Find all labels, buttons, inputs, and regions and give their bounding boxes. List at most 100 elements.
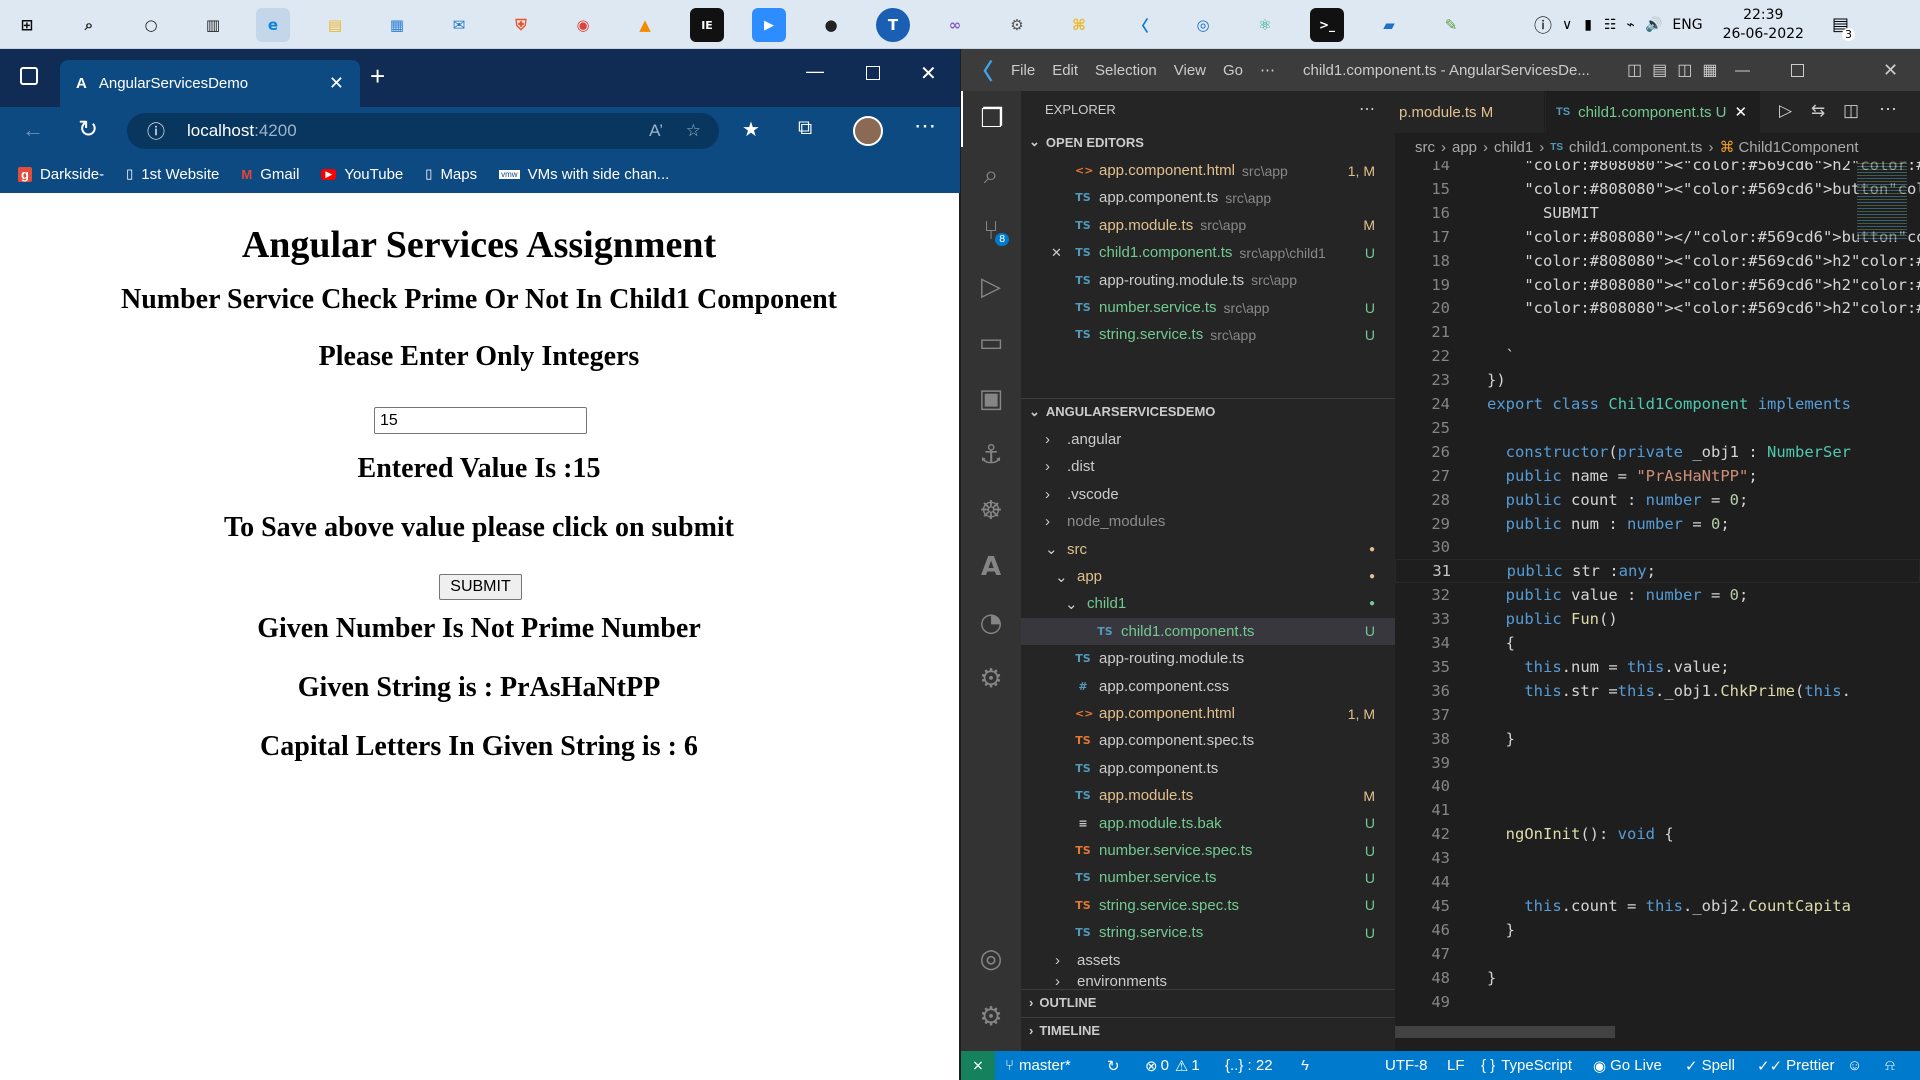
horizontal-scrollbar[interactable] bbox=[1395, 1026, 1615, 1038]
paint-icon[interactable]: ⚙ bbox=[1000, 8, 1034, 42]
windows-start-icon[interactable]: ⊞ bbox=[10, 8, 44, 42]
tree-item[interactable]: TS app-routing.module.ts bbox=[1021, 645, 1395, 672]
more-menu-icon[interactable]: ⋯ bbox=[914, 113, 936, 139]
favorite-star-icon[interactable]: ☆ bbox=[686, 121, 701, 141]
breadcrumb-class[interactable]: Child1Component bbox=[1738, 139, 1858, 156]
prettier-status[interactable]: ✓✓ Prettier bbox=[1757, 1051, 1835, 1080]
accounts-icon[interactable]: ◎ bbox=[961, 931, 1021, 987]
menu-file[interactable]: File bbox=[1011, 62, 1035, 79]
open-editor-item[interactable]: TS app.component.ts src\app bbox=[1021, 184, 1395, 211]
minimize-icon[interactable]: — bbox=[1735, 62, 1750, 79]
bookmark-youtube[interactable]: ▶ YouTube bbox=[321, 166, 403, 183]
url-field[interactable]: ⓘ localhost:4200 A’ ☆ bbox=[127, 113, 719, 149]
timeline-header[interactable]: › TIMELINE bbox=[1021, 1017, 1395, 1043]
go-live-button[interactable]: ◉ Go Live bbox=[1593, 1051, 1662, 1080]
tree-item[interactable]: ⌄ src ● bbox=[1021, 536, 1395, 563]
editor-tab-active[interactable]: TS child1.component.ts U ✕ bbox=[1546, 91, 1760, 133]
notification-icon[interactable]: ▤ 3 bbox=[1832, 14, 1855, 41]
menu-edit[interactable]: Edit bbox=[1052, 62, 1078, 79]
search-icon[interactable]: ⌕ bbox=[72, 8, 106, 42]
chrome-icon[interactable]: ◉ bbox=[566, 8, 600, 42]
compare-icon[interactable]: ⇆ bbox=[1811, 101, 1825, 121]
edge-app-icon[interactable]: e bbox=[256, 8, 290, 42]
problems-indicator[interactable]: ⊗ 0 ⚠ 1 bbox=[1145, 1051, 1200, 1080]
open-editor-item[interactable]: TS string.service.ts src\app U bbox=[1021, 321, 1395, 348]
electron-icon[interactable]: ⚛ bbox=[1248, 8, 1282, 42]
remote-explorer-icon[interactable]: ▭ bbox=[961, 315, 1021, 371]
photos-icon[interactable]: ▰ bbox=[1372, 8, 1406, 42]
manage-gear-icon[interactable]: ⚙ bbox=[961, 989, 1021, 1045]
bookmark-vms[interactable]: vmw VMs with side chan... bbox=[499, 166, 669, 183]
tree-item[interactable]: TS child1.component.ts U bbox=[1021, 617, 1395, 645]
run-icon[interactable]: ▷ bbox=[1779, 101, 1792, 121]
bookmark-gmail[interactable]: M Gmail bbox=[241, 166, 299, 183]
close-window-icon[interactable]: ✕ bbox=[920, 61, 937, 86]
tree-item[interactable]: › .vscode bbox=[1021, 481, 1395, 508]
breadcrumb-child1[interactable]: child1 bbox=[1494, 139, 1533, 156]
tree-item[interactable]: › .dist bbox=[1021, 453, 1395, 480]
tor-icon[interactable]: T bbox=[876, 8, 910, 42]
tree-item[interactable]: › node_modules bbox=[1021, 508, 1395, 535]
tree-item[interactable]: <> app.component.html 1, M bbox=[1021, 700, 1395, 727]
breadcrumb-app[interactable]: app bbox=[1452, 139, 1477, 156]
cortana-icon[interactable]: ○ bbox=[134, 8, 168, 42]
notifications-bell-icon[interactable]: ⍾ bbox=[1885, 1051, 1895, 1080]
eol-indicator[interactable]: LF bbox=[1447, 1051, 1465, 1080]
code-editor[interactable]: 14 "color:#808080"><"color:#569cd6">h2"c… bbox=[1395, 161, 1920, 1051]
language-mode[interactable]: { } TypeScript bbox=[1481, 1051, 1572, 1080]
wifi-icon[interactable]: ⌁ bbox=[1627, 17, 1635, 33]
layout-icons[interactable]: ◫▤◫▦ bbox=[1627, 60, 1727, 80]
language-indicator[interactable]: ENG bbox=[1672, 17, 1702, 33]
editor-more-icon[interactable]: ⋯ bbox=[1879, 99, 1897, 120]
store-icon[interactable]: ▦ bbox=[380, 8, 414, 42]
menu-view[interactable]: View bbox=[1174, 62, 1206, 79]
brave-icon[interactable]: ⛨ bbox=[504, 8, 538, 42]
minimap[interactable] bbox=[1857, 161, 1907, 241]
run-debug-icon[interactable]: ▷ bbox=[961, 259, 1021, 315]
tree-item[interactable]: TS app.component.spec.ts bbox=[1021, 727, 1395, 754]
source-control-icon[interactable]: ⑂ 8 bbox=[961, 203, 1021, 259]
tree-item[interactable]: # app.component.css bbox=[1021, 673, 1395, 700]
extensions-icon[interactable]: ▣ bbox=[961, 371, 1021, 427]
minimize-icon[interactable]: — bbox=[806, 61, 824, 82]
close-tab-icon[interactable]: ✕ bbox=[329, 73, 344, 94]
virtualbox-icon[interactable]: ◎ bbox=[1186, 8, 1220, 42]
intellij-icon[interactable]: IE bbox=[690, 8, 724, 42]
refresh-icon[interactable]: ↻ bbox=[78, 115, 98, 144]
explorer-icon[interactable]: ❐ bbox=[961, 91, 1021, 147]
bookmark-maps[interactable]: ▯ Maps bbox=[425, 166, 477, 183]
more-actions-icon[interactable]: ⋯ bbox=[1359, 99, 1375, 119]
brackets-indicator[interactable]: {..} : 22 bbox=[1225, 1051, 1273, 1080]
angular-icon[interactable]: A bbox=[961, 539, 1021, 595]
file-explorer-icon[interactable]: ▤ bbox=[318, 8, 352, 42]
close-window-icon[interactable]: ✕ bbox=[1883, 60, 1898, 81]
tree-item[interactable]: › .angular bbox=[1021, 426, 1395, 453]
open-editor-item[interactable]: TS app-routing.module.ts src\app bbox=[1021, 267, 1395, 294]
browser-tab[interactable]: A AngularServicesDemo ✕ bbox=[60, 60, 360, 107]
open-editor-item[interactable]: ✕ TS child1.component.ts src\app\child1 U bbox=[1021, 239, 1395, 266]
network-icon[interactable]: ☷ bbox=[1604, 17, 1617, 33]
tree-item[interactable]: ⌄ app ● bbox=[1021, 563, 1395, 590]
vscode-app-icon[interactable]: 〈 bbox=[1124, 8, 1158, 42]
feedback-icon[interactable]: ☺ bbox=[1847, 1051, 1862, 1080]
volume-icon[interactable]: 🔊 bbox=[1645, 17, 1662, 33]
maximize-icon[interactable] bbox=[1791, 63, 1804, 77]
tree-item[interactable]: TS string.service.spec.ts U bbox=[1021, 892, 1395, 919]
debug-tool-icon[interactable]: ⚙ bbox=[961, 651, 1021, 707]
zoom-icon[interactable]: ▶ bbox=[752, 8, 786, 42]
kubernetes-icon[interactable]: ☸ bbox=[961, 483, 1021, 539]
project-header[interactable]: ⌄ ANGULARSERVICESDEMO bbox=[1021, 398, 1395, 424]
remote-indicator[interactable]: ⨯ bbox=[961, 1051, 995, 1080]
back-icon[interactable]: ← bbox=[22, 117, 44, 143]
encoding-indicator[interactable]: UTF-8 bbox=[1385, 1051, 1428, 1080]
profile-avatar[interactable] bbox=[853, 116, 883, 146]
tree-item[interactable]: › assets bbox=[1021, 947, 1395, 974]
open-editor-item[interactable]: <> app.component.html src\app 1, M bbox=[1021, 157, 1395, 184]
notepad-icon[interactable]: ✎ bbox=[1434, 8, 1468, 42]
search-icon[interactable]: ⌕ bbox=[961, 147, 1021, 203]
read-aloud-icon[interactable]: A’ bbox=[649, 121, 663, 141]
tree-item[interactable]: › environments bbox=[1021, 974, 1395, 989]
breadcrumb-file[interactable]: child1.component.ts bbox=[1569, 139, 1702, 156]
git-branch[interactable]: ⑂ master* bbox=[1005, 1051, 1071, 1080]
menu-selection[interactable]: Selection bbox=[1095, 62, 1157, 79]
